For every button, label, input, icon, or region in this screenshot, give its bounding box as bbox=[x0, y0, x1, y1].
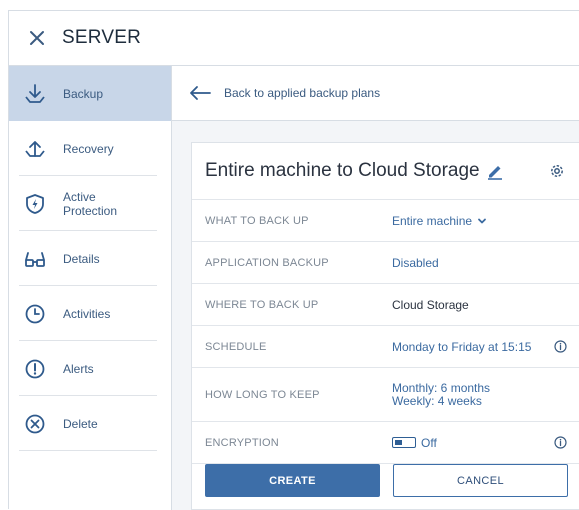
recovery-upload-icon bbox=[24, 138, 46, 160]
plan-title: Entire machine to Cloud Storage bbox=[205, 160, 480, 181]
backup-download-icon bbox=[24, 83, 46, 105]
retention-link[interactable]: Monthly: 6 months Weekly: 4 weeks bbox=[392, 380, 491, 408]
page-title: SERVER bbox=[62, 27, 141, 48]
main-panel: Back to applied backup plans Entire mach… bbox=[172, 66, 579, 510]
sidebar-item-label: Active Protection bbox=[63, 189, 118, 218]
row-label: WHAT TO BACK UP bbox=[205, 214, 309, 227]
row-what-to-back-up: WHAT TO BACK UP Entire machine bbox=[192, 200, 579, 242]
retention-monthly: Monthly: 6 months bbox=[392, 380, 491, 395]
sidebar-item-label: Activities bbox=[63, 306, 111, 321]
sidebar-item-recovery[interactable]: Recovery bbox=[9, 121, 171, 176]
schedule-link[interactable]: Monday to Friday at 15:15 bbox=[392, 340, 531, 354]
encryption-toggle[interactable] bbox=[392, 437, 416, 448]
close-button[interactable] bbox=[23, 24, 51, 52]
chevron-down-icon bbox=[477, 216, 487, 226]
sidebar-item-active-protection[interactable]: Active Protection bbox=[9, 176, 171, 231]
row-label: HOW LONG TO KEEP bbox=[205, 388, 320, 401]
sidebar: Backup Recovery Active Protection Detail… bbox=[9, 66, 172, 510]
application-backup-link[interactable]: Disabled bbox=[392, 256, 439, 270]
row-application-backup: APPLICATION BACKUP Disabled bbox=[192, 242, 579, 284]
sidebar-item-delete[interactable]: Delete bbox=[9, 396, 171, 451]
encryption-state: Off bbox=[421, 435, 437, 450]
sidebar-item-details[interactable]: Details bbox=[9, 231, 171, 286]
back-link[interactable]: Back to applied backup plans bbox=[172, 66, 579, 121]
row-label: SCHEDULE bbox=[205, 340, 267, 353]
row-label: ENCRYPTION bbox=[205, 436, 279, 449]
glasses-icon bbox=[24, 248, 46, 270]
arrow-left-icon bbox=[189, 85, 211, 101]
row-where-to-back-up: WHERE TO BACK UP Cloud Storage bbox=[192, 284, 579, 326]
sidebar-item-label: Delete bbox=[63, 416, 98, 431]
sidebar-item-label: Recovery bbox=[63, 141, 114, 156]
sidebar-item-label: Alerts bbox=[63, 361, 94, 376]
row-value: Entire machine bbox=[392, 213, 473, 228]
sidebar-item-backup[interactable]: Backup bbox=[9, 66, 171, 121]
row-label: APPLICATION BACKUP bbox=[205, 256, 329, 269]
encryption-value: Off bbox=[392, 436, 437, 450]
clock-icon bbox=[24, 303, 46, 325]
create-button[interactable]: CREATE bbox=[205, 464, 380, 497]
sidebar-item-alerts[interactable]: Alerts bbox=[9, 341, 171, 396]
app-window: SERVER Backup Recovery Active Protection… bbox=[8, 10, 579, 510]
what-to-back-up-dropdown[interactable]: Entire machine bbox=[392, 214, 487, 228]
sidebar-item-label: Backup bbox=[63, 86, 104, 101]
row-label: WHERE TO BACK UP bbox=[205, 298, 319, 311]
plan-title-row: Entire machine to Cloud Storage bbox=[192, 143, 579, 200]
row-encryption: ENCRYPTION Off bbox=[192, 422, 579, 464]
delete-x-icon bbox=[24, 413, 46, 435]
retention-weekly: Weekly: 4 weeks bbox=[392, 393, 482, 408]
toggle-knob bbox=[395, 439, 402, 445]
where-to-back-up-value[interactable]: Cloud Storage bbox=[392, 298, 469, 312]
row-how-long-to-keep: HOW LONG TO KEEP Monthly: 6 months Weekl… bbox=[192, 368, 579, 422]
cancel-button[interactable]: CANCEL bbox=[393, 464, 568, 497]
header: SERVER bbox=[9, 11, 579, 66]
pencil-icon[interactable] bbox=[486, 162, 504, 180]
alert-icon bbox=[24, 358, 46, 380]
backup-plan-card: Entire machine to Cloud Storage WHAT TO … bbox=[191, 142, 579, 510]
info-icon[interactable] bbox=[553, 340, 567, 354]
back-link-label: Back to applied backup plans bbox=[224, 86, 381, 100]
row-schedule: SCHEDULE Monday to Friday at 15:15 bbox=[192, 326, 579, 368]
action-buttons: CREATE CANCEL bbox=[205, 464, 568, 497]
shield-icon bbox=[24, 193, 46, 215]
sidebar-item-activities[interactable]: Activities bbox=[9, 286, 171, 341]
close-icon bbox=[30, 31, 44, 45]
info-icon[interactable] bbox=[553, 436, 567, 450]
gear-icon[interactable] bbox=[546, 160, 568, 182]
sidebar-item-label: Details bbox=[63, 251, 100, 266]
